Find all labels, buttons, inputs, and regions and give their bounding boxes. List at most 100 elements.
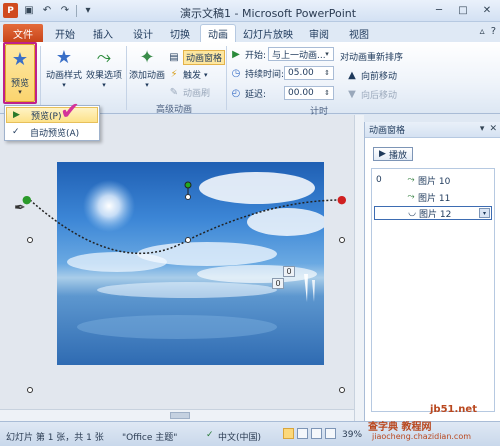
watermark-site: jb51.net [430,404,477,415]
play-button[interactable]: ▶ 播放 [373,147,413,161]
animation-style-button[interactable]: ★ 动画样式 ▾ [44,46,84,90]
resize-handle[interactable] [185,194,191,200]
watermark-url: jiaocheng.chazidian.com [372,432,472,441]
preview-dropdown-menu: ▶ 预览(P) ✓ 自动预览(A) [4,105,100,141]
window-controls: ─ □ ✕ [428,2,498,18]
motion-path-icon: ⤳ [407,175,415,185]
theme-name: "Office 主题" [122,433,178,443]
reorder-label: 对动画重新排序 [340,53,404,63]
arc-path-icon: ◡ [408,208,416,218]
chevron-down-icon[interactable]: ▾ [479,208,490,218]
animation-pane-title: 动画窗格 [369,126,406,136]
separator [226,46,227,110]
undo-icon[interactable]: ↶ [40,4,54,18]
move-earlier-label: 向前移动 [361,72,398,82]
start-select[interactable]: 与上一动画... ▾ [268,47,334,61]
pane-menu-icon[interactable]: ▾ [480,124,485,134]
trigger-label: 触发 [183,71,202,81]
resize-handle[interactable] [339,387,345,393]
slide-info: 幻灯片 第 1 张，共 1 张 [6,433,104,443]
resize-handle[interactable] [27,387,33,393]
start-value: 与上一动画... [272,50,326,61]
tab-insert[interactable]: 插入 [86,24,120,42]
menu-item-preview[interactable]: ▶ 预览(P) [6,107,98,123]
list-item[interactable]: ⤳ 图片 11 [374,190,492,204]
list-item-number: 0 [376,175,382,185]
maximize-icon[interactable]: □ [452,2,474,18]
powerpoint-logo-icon: P [3,3,18,18]
trigger-button[interactable]: ⚡ 触发 ▾ [168,68,207,81]
resize-handle[interactable] [339,237,345,243]
animation-pane-label: 动画窗格 [183,50,226,65]
separator [40,46,41,110]
list-item-selected[interactable]: ◡ 图片 12 ▾ [374,206,492,220]
tab-slideshow[interactable]: 幻灯片放映 [240,24,296,42]
path-end-icon[interactable]: ● [337,193,347,206]
preview-highlight-outline [3,42,37,104]
list-item[interactable]: 0 ⤳ 图片 10 [374,173,492,187]
play-icon: ▶ [232,49,240,60]
play-label: 播放 [388,150,407,161]
tab-design[interactable]: 设计 [126,24,160,42]
delay-input[interactable]: 00.00 ⇕ [284,86,334,100]
help-icon[interactable]: ? [491,26,496,37]
close-icon[interactable]: ✕ [476,2,498,18]
lightning-icon: ⚡ [170,69,178,80]
pane-controls: ▾ ✕ [480,124,497,134]
spinner-icon[interactable]: ⇕ [322,68,332,78]
tab-view[interactable]: 视图 [342,24,376,42]
effect-options-label: 效果选项 [85,71,122,81]
brush-icon: ✎ [169,87,179,98]
reading-view-icon[interactable] [311,428,322,439]
animation-list: 0 ⤳ 图片 10 ⤳ 图片 11 ◡ 图片 12 ▾ [371,168,495,412]
spinner-icon[interactable]: ⇕ [322,88,332,98]
effect-options-button[interactable]: ⤳ 效果选项 ▾ [84,46,124,90]
menu-item-autopreview-label: 自动预览(A) [30,128,80,139]
tab-home[interactable]: 开始 [48,24,82,42]
arrow-down-icon: ▼ [348,89,356,100]
tab-animations[interactable]: 动画 [200,24,236,42]
move-later-label: 向后移动 [361,91,398,101]
play-icon: ▶ [13,110,20,120]
vertical-scrollbar[interactable] [354,115,364,421]
motion-path-icon: ⤳ [407,192,415,202]
tab-file[interactable]: 文件 [3,24,43,42]
list-item-label: 图片 11 [418,193,451,204]
play-icon: ▶ [379,149,386,159]
duration-input[interactable]: 05.00 ⇕ [284,66,334,80]
scrollbar-thumb[interactable] [170,412,190,419]
resize-handle[interactable] [185,237,191,243]
quick-access-toolbar: P ▣ ↶ ↷ ▾ [3,3,95,18]
chevron-down-icon: ▾ [145,81,149,89]
close-icon[interactable]: ✕ [489,124,497,134]
move-later-button[interactable]: ▼ 向后移动 [346,88,397,101]
tab-transitions[interactable]: 切换 [163,24,197,42]
horizontal-scrollbar[interactable] [0,409,354,421]
animation-style-label: 动画样式 [45,71,82,81]
redo-icon[interactable]: ↷ [58,4,72,18]
chevron-down-icon: ▾ [62,81,66,89]
animation-painter-button[interactable]: ✎ 动画刷 [168,86,210,99]
move-earlier-button[interactable]: ▲ 向前移动 [346,69,397,82]
chevron-down-icon: ▾ [102,81,106,89]
normal-view-icon[interactable] [283,428,294,439]
minimize-icon[interactable]: ─ [428,2,450,18]
tab-review[interactable]: 审阅 [302,24,336,42]
checkmark-icon: ✓ [12,127,20,137]
slide-sorter-icon[interactable] [297,428,308,439]
language-label: 中文(中国) [218,433,262,443]
resize-handle[interactable] [27,237,33,243]
clock-icon: ◴ [231,88,241,99]
animation-pane-button[interactable]: ▤ 动画窗格 [168,50,226,65]
save-icon[interactable]: ▣ [22,4,36,18]
delay-value: 00.00 [288,88,314,98]
slideshow-icon[interactable] [325,428,336,439]
menu-item-autopreview[interactable]: ✓ 自动预览(A) [6,124,98,140]
star-icon: ★ [55,46,73,68]
spellcheck-icon[interactable]: ✓ [206,430,214,440]
start-row: ▶ 开始: [230,48,266,61]
separator [76,4,77,17]
minimize-ribbon-icon[interactable]: ▵ [480,26,485,37]
add-animation-button[interactable]: ✦ 添加动画 ▾ [128,46,166,90]
customize-icon[interactable]: ▾ [81,4,95,18]
